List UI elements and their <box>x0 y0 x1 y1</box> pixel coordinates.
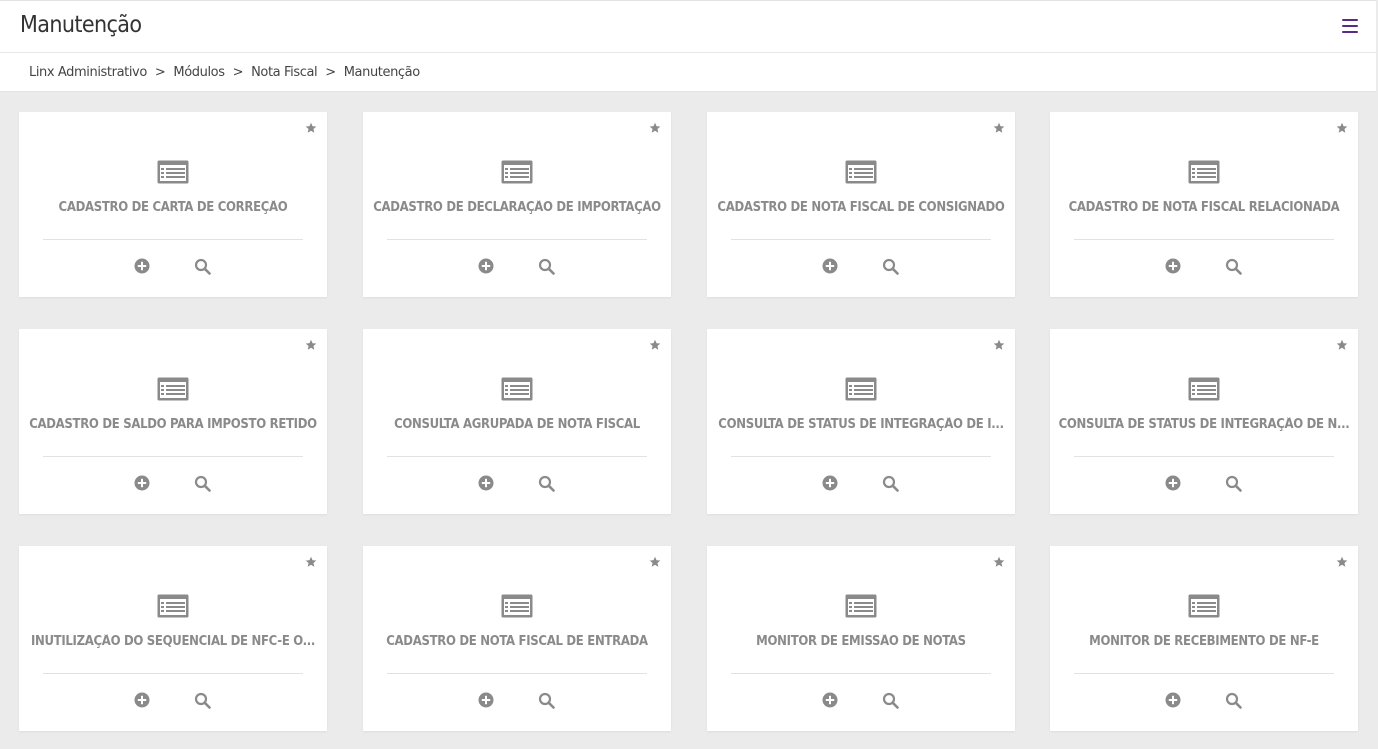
module-card[interactable]: MONITOR DE RECEBIMENTO DE NF-E <box>1050 546 1358 731</box>
card-title[interactable]: CONSULTA AGRUPADA DE NOTA FISCAL <box>371 417 663 432</box>
star-icon[interactable] <box>1336 339 1348 351</box>
star-icon[interactable] <box>649 339 661 351</box>
breadcrumb-separator: > <box>232 65 244 80</box>
module-card[interactable]: CONSULTA DE STATUS DE INTEGRAÇÃO DE I... <box>707 329 1015 514</box>
card-divider <box>1074 673 1334 674</box>
module-card[interactable]: CADASTRO DE CARTA DE CORREÇÃO <box>19 112 327 297</box>
card-title[interactable]: CADASTRO DE CARTA DE CORREÇÃO <box>27 200 319 215</box>
card-divider <box>43 673 303 674</box>
module-card[interactable]: CONSULTA AGRUPADA DE NOTA FISCAL <box>363 329 671 514</box>
card-divider <box>387 456 647 457</box>
card-title[interactable]: MONITOR DE RECEBIMENTO DE NF-E <box>1058 634 1350 649</box>
card-divider <box>387 673 647 674</box>
document-list-icon <box>845 594 877 618</box>
document-list-icon <box>845 160 877 184</box>
search-icon[interactable] <box>1225 692 1242 709</box>
document-list-icon <box>1188 377 1220 401</box>
plus-circle-icon[interactable] <box>822 475 838 491</box>
search-icon[interactable] <box>882 692 899 709</box>
plus-circle-icon[interactable] <box>478 258 494 274</box>
search-icon[interactable] <box>194 692 211 709</box>
module-card[interactable]: CONSULTA DE STATUS DE INTEGRAÇÃO DE N... <box>1050 329 1358 514</box>
card-divider <box>1074 456 1334 457</box>
breadcrumb-item-linx-administrativo[interactable]: Linx Administrativo <box>29 65 147 80</box>
card-title[interactable]: CADASTRO DE DECLARAÇÃO DE IMPORTAÇÃO <box>371 200 663 215</box>
plus-circle-icon[interactable] <box>134 692 150 708</box>
plus-circle-icon[interactable] <box>822 692 838 708</box>
star-icon[interactable] <box>649 122 661 134</box>
search-icon[interactable] <box>1225 258 1242 275</box>
document-list-icon <box>501 160 533 184</box>
breadcrumb-separator: > <box>154 65 166 80</box>
top-bar: Manutenção <box>0 0 1376 53</box>
star-icon[interactable] <box>1336 556 1348 568</box>
card-title[interactable]: CADASTRO DE NOTA FISCAL RELACIONADA <box>1058 200 1350 215</box>
breadcrumb-item-manutencao: Manutenção <box>343 65 420 80</box>
page-title: Manutenção <box>20 12 142 38</box>
search-icon[interactable] <box>194 258 211 275</box>
card-title[interactable]: MONITOR DE EMISSÃO DE NOTAS <box>715 634 1007 649</box>
module-card[interactable]: CADASTRO DE NOTA FISCAL DE CONSIGNADO <box>707 112 1015 297</box>
module-card[interactable]: MONITOR DE EMISSÃO DE NOTAS <box>707 546 1015 731</box>
document-list-icon <box>157 377 189 401</box>
star-icon[interactable] <box>993 339 1005 351</box>
search-icon[interactable] <box>882 475 899 492</box>
breadcrumb-item-modulos[interactable]: Módulos <box>173 65 225 80</box>
breadcrumb: Linx Administrativo > Módulos > Nota Fiscal >… <box>29 65 420 80</box>
module-card[interactable]: CADASTRO DE NOTA FISCAL RELACIONADA <box>1050 112 1358 297</box>
card-divider <box>43 239 303 240</box>
card-divider <box>731 673 991 674</box>
breadcrumb-item-nota-fiscal[interactable]: Nota Fiscal <box>251 65 318 80</box>
document-list-icon <box>501 594 533 618</box>
document-list-icon <box>845 377 877 401</box>
card-divider <box>731 456 991 457</box>
card-divider <box>387 239 647 240</box>
plus-circle-icon[interactable] <box>822 258 838 274</box>
module-card[interactable]: INUTILIZAÇÃO DO SEQUENCIAL DE NFC-E O... <box>19 546 327 731</box>
card-divider <box>731 239 991 240</box>
star-icon[interactable] <box>993 122 1005 134</box>
card-title[interactable]: CADASTRO DE NOTA FISCAL DE ENTRADA <box>371 634 663 649</box>
card-title[interactable]: INUTILIZAÇÃO DO SEQUENCIAL DE NFC-E O... <box>27 634 319 649</box>
document-list-icon <box>1188 160 1220 184</box>
plus-circle-icon[interactable] <box>1165 692 1181 708</box>
document-list-icon <box>157 594 189 618</box>
star-icon[interactable] <box>993 556 1005 568</box>
search-icon[interactable] <box>194 475 211 492</box>
star-icon[interactable] <box>649 556 661 568</box>
search-icon[interactable] <box>538 692 555 709</box>
plus-circle-icon[interactable] <box>478 692 494 708</box>
breadcrumb-bar: Linx Administrativo > Módulos > Nota Fiscal >… <box>0 53 1376 92</box>
search-icon[interactable] <box>538 475 555 492</box>
star-icon[interactable] <box>1336 122 1348 134</box>
document-list-icon <box>501 377 533 401</box>
search-icon[interactable] <box>1225 475 1242 492</box>
module-card[interactable]: CADASTRO DE NOTA FISCAL DE ENTRADA <box>363 546 671 731</box>
card-divider <box>43 456 303 457</box>
search-icon[interactable] <box>538 258 555 275</box>
plus-circle-icon[interactable] <box>478 475 494 491</box>
star-icon[interactable] <box>305 556 317 568</box>
plus-circle-icon[interactable] <box>134 475 150 491</box>
star-icon[interactable] <box>305 122 317 134</box>
card-divider <box>1074 239 1334 240</box>
card-title[interactable]: CONSULTA DE STATUS DE INTEGRAÇÃO DE N... <box>1058 417 1350 432</box>
module-card[interactable]: CADASTRO DE SALDO PARA IMPOSTO RETIDO <box>19 329 327 514</box>
card-title[interactable]: CADASTRO DE NOTA FISCAL DE CONSIGNADO <box>715 200 1007 215</box>
hamburger-menu-icon[interactable] <box>1342 19 1358 33</box>
document-list-icon <box>1188 594 1220 618</box>
breadcrumb-separator: > <box>325 65 336 80</box>
plus-circle-icon[interactable] <box>1165 258 1181 274</box>
document-list-icon <box>157 160 189 184</box>
search-icon[interactable] <box>882 258 899 275</box>
card-title[interactable]: CADASTRO DE SALDO PARA IMPOSTO RETIDO <box>27 417 319 432</box>
plus-circle-icon[interactable] <box>134 258 150 274</box>
card-title[interactable]: CONSULTA DE STATUS DE INTEGRAÇÃO DE I... <box>715 417 1007 432</box>
module-card[interactable]: CADASTRO DE DECLARAÇÃO DE IMPORTAÇÃO <box>363 112 671 297</box>
star-icon[interactable] <box>305 339 317 351</box>
plus-circle-icon[interactable] <box>1165 475 1181 491</box>
